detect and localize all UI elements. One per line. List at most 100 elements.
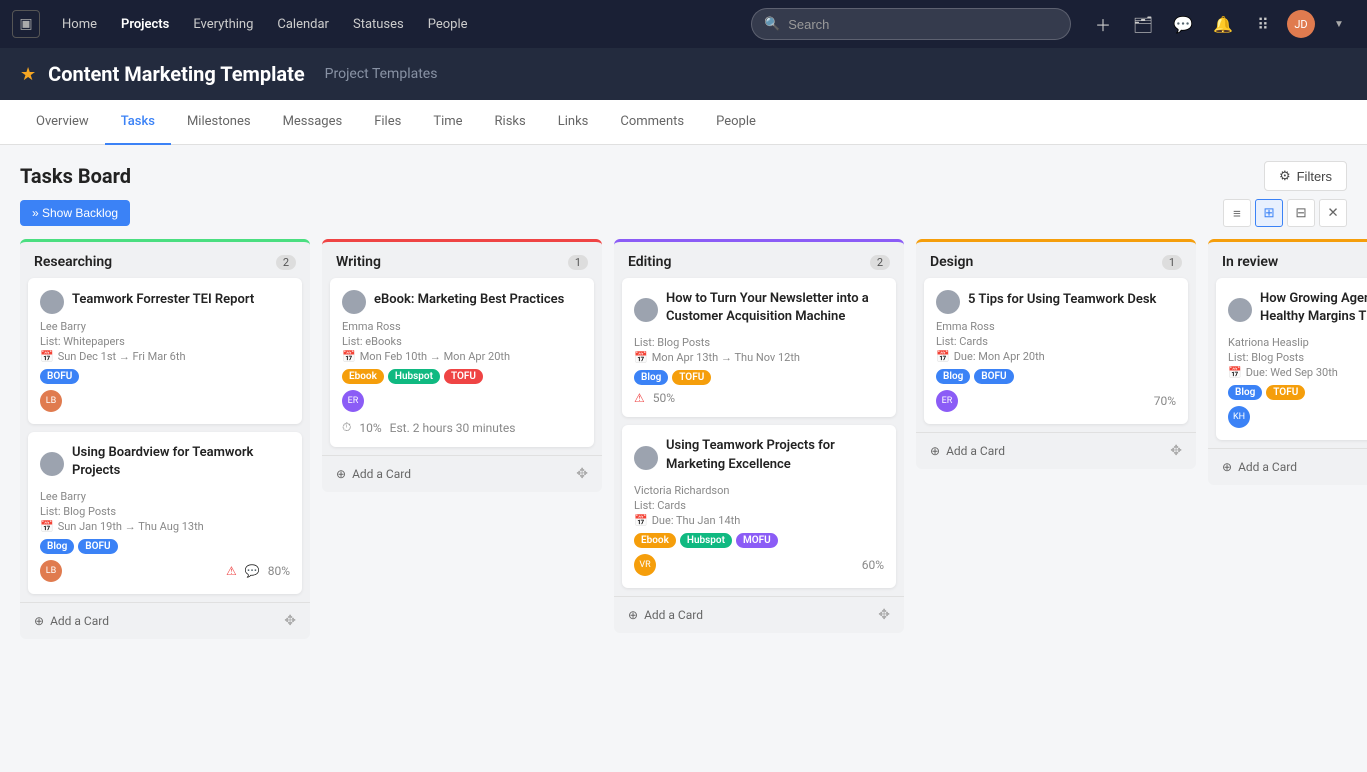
chat-icon[interactable]: 💬 <box>1167 8 1199 40</box>
list-view-button[interactable]: ≡ <box>1223 199 1251 227</box>
alert-icon: ⚠ <box>226 564 237 578</box>
card-date: 📅 Sun Jan 19th → Thu Aug 13th <box>40 520 290 533</box>
card-avatar-bottom: LB <box>40 560 62 582</box>
drag-icon: ✥ <box>1170 443 1182 459</box>
tag-blog: Blog <box>40 539 74 554</box>
card-using-teamwork: Using Teamwork Projects for Marketing Ex… <box>622 425 896 587</box>
view-controls: ≡ ⊞ ⊟ ✕ <box>1223 199 1347 227</box>
calendar-icon: 📅 <box>342 350 356 363</box>
user-avatar[interactable]: JD <box>1287 10 1315 38</box>
add-button[interactable]: ＋ <box>1087 8 1119 40</box>
card-boardview: Using Boardview for Teamwork Projects Le… <box>28 432 302 594</box>
card-newsletter: How to Turn Your Newsletter into a Custo… <box>622 278 896 417</box>
add-card-inreview[interactable]: ⊕ Add a Card ✥ <box>1208 448 1367 485</box>
tag-ebook: Ebook <box>634 533 676 548</box>
add-card-researching[interactable]: ⊕ Add a Card ✥ <box>20 602 310 639</box>
drag-icon: ✥ <box>284 613 296 629</box>
tab-messages[interactable]: Messages <box>267 100 359 145</box>
search-input[interactable] <box>788 17 1058 32</box>
show-backlog-button[interactable]: » Show Backlog <box>20 200 130 226</box>
nav-projects[interactable]: Projects <box>111 11 179 38</box>
card-assignee-row: eBook: Marketing Best Practices <box>342 290 582 314</box>
tag-ebook: Ebook <box>342 369 384 384</box>
card-assignee-row: Using Teamwork Projects for Marketing Ex… <box>634 437 884 477</box>
favorite-star-icon[interactable]: ★ <box>20 64 36 85</box>
plus-icon: ⊕ <box>930 444 940 458</box>
close-view-button[interactable]: ✕ <box>1319 199 1347 227</box>
column-inreview: In review How Growing Agencies Maintain … <box>1208 239 1367 485</box>
tab-people[interactable]: People <box>700 100 772 145</box>
tab-files[interactable]: Files <box>358 100 417 145</box>
tab-tasks[interactable]: Tasks <box>105 100 171 145</box>
add-card-writing[interactable]: ⊕ Add a Card ✥ <box>322 455 602 492</box>
nav-everything[interactable]: Everything <box>183 11 263 38</box>
card-footer: LB ⚠ 💬 80% <box>40 560 290 582</box>
plus-icon: ⊕ <box>336 467 346 481</box>
board-header: Tasks Board ⚙ Filters <box>0 145 1367 199</box>
card-list: List: Whitepapers <box>40 335 290 348</box>
progress-row: ⚠ 50% <box>634 391 884 405</box>
column-cards-inreview: How Growing Agencies Maintain Healthy Ma… <box>1208 278 1367 448</box>
tab-risks[interactable]: Risks <box>479 100 542 145</box>
avatar: VR <box>634 554 656 576</box>
card-assignee-row: Using Boardview for Teamwork Projects <box>40 444 290 484</box>
column-header-researching: Researching 2 <box>20 239 310 278</box>
board-container: Researching 2 Teamwork Forrester TEI Rep… <box>0 239 1367 659</box>
nav-people[interactable]: People <box>418 11 478 38</box>
app-logo[interactable]: ▣ <box>12 10 40 38</box>
avatar: ER <box>342 390 364 412</box>
card-avatar-bottom: ER <box>342 390 364 412</box>
avatar <box>40 452 64 476</box>
project-subtitle: Project Templates <box>325 66 438 82</box>
add-card-design[interactable]: ⊕ Add a Card ✥ <box>916 432 1196 469</box>
card-title: How to Turn Your Newsletter into a Custo… <box>666 290 884 326</box>
progress-row: ⚠ 💬 80% <box>226 564 290 578</box>
progress-pct: 10% <box>359 421 381 435</box>
card-date: 📅 Due: Thu Jan 14th <box>634 514 884 527</box>
project-title: Content Marketing Template <box>48 62 305 86</box>
filter-view-button[interactable]: ⊟ <box>1287 199 1315 227</box>
tag-blog: Blog <box>634 370 668 385</box>
column-cards-researching: Teamwork Forrester TEI Report Lee Barry … <box>20 278 310 602</box>
filters-button[interactable]: ⚙ Filters <box>1264 161 1347 191</box>
nav-statuses[interactable]: Statuses <box>343 11 414 38</box>
progress-row: 70% <box>1154 394 1176 408</box>
search-icon: 🔍 <box>764 17 780 32</box>
board-title: Tasks Board <box>20 164 131 188</box>
notification-icon[interactable]: 🔔 <box>1207 8 1239 40</box>
grid-icon[interactable]: ⠿ <box>1247 8 1279 40</box>
card-tags: BOFU <box>40 369 290 384</box>
column-cards-design: 5 Tips for Using Teamwork Desk Emma Ross… <box>916 278 1196 432</box>
tab-time[interactable]: Time <box>417 100 478 145</box>
column-header-writing: Writing 1 <box>322 239 602 278</box>
tab-overview[interactable]: Overview <box>20 100 105 145</box>
folder-icon[interactable]: 🗂 <box>1127 8 1159 40</box>
card-footer: KH ⚠ 90% <box>1228 406 1367 428</box>
progress-row: 60% <box>862 558 884 572</box>
card-assignee: Emma Ross <box>342 320 582 333</box>
avatar <box>1228 298 1252 322</box>
tab-links[interactable]: Links <box>542 100 605 145</box>
card-date: 📅 Due: Wed Sep 30th <box>1228 366 1367 379</box>
add-card-editing[interactable]: ⊕ Add a Card ✥ <box>614 596 904 633</box>
card-5tips: 5 Tips for Using Teamwork Desk Emma Ross… <box>924 278 1188 424</box>
card-footer: ER <box>342 390 582 412</box>
sub-tab-bar: Overview Tasks Milestones Messages Files… <box>0 100 1367 145</box>
chevron-down-icon[interactable]: ▼ <box>1323 8 1355 40</box>
nav-home[interactable]: Home <box>52 11 107 38</box>
tab-milestones[interactable]: Milestones <box>171 100 267 145</box>
avatar <box>936 290 960 314</box>
board-view-button[interactable]: ⊞ <box>1255 199 1283 227</box>
column-count-editing: 2 <box>870 255 890 270</box>
card-date: 📅 Due: Mon Apr 20th <box>936 350 1176 363</box>
card-assignee-row: How to Turn Your Newsletter into a Custo… <box>634 290 884 330</box>
progress-value: 60% <box>862 558 884 572</box>
calendar-icon: 📅 <box>634 514 648 527</box>
calendar-icon: 📅 <box>40 520 54 533</box>
alert-icon: ⚠ <box>634 391 645 405</box>
search-bar[interactable]: 🔍 <box>751 8 1071 40</box>
nav-calendar[interactable]: Calendar <box>267 11 339 38</box>
tab-comments[interactable]: Comments <box>604 100 700 145</box>
progress-value: 50% <box>653 391 675 405</box>
card-avatar-bottom: ER <box>936 390 958 412</box>
